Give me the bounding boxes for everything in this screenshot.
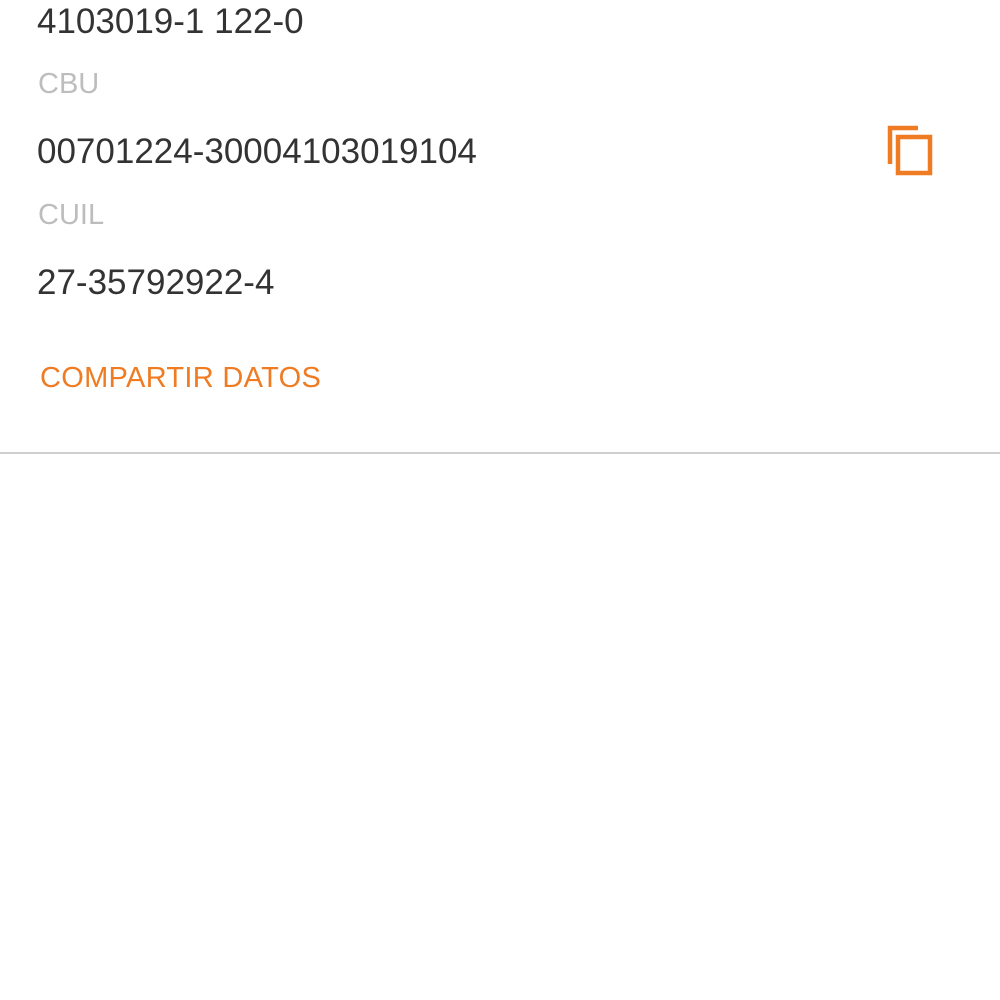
cuil-value: 27-35792922-4 — [37, 263, 275, 302]
cuil-label: CUIL — [38, 199, 105, 231]
cbu-label: CBU — [38, 68, 100, 100]
account-number-value: 4103019-1 122-0 — [37, 2, 304, 41]
cbu-value: 00701224-30004103019104 — [37, 132, 477, 171]
copy-cbu-button[interactable] — [884, 122, 938, 178]
section-divider — [0, 452, 1000, 454]
share-data-button[interactable]: COMPARTIR DATOS — [40, 364, 321, 393]
copy-icon — [884, 122, 938, 178]
account-details-card: 4103019-1 122-0 CBU 00701224-30004103019… — [0, 0, 1000, 453]
